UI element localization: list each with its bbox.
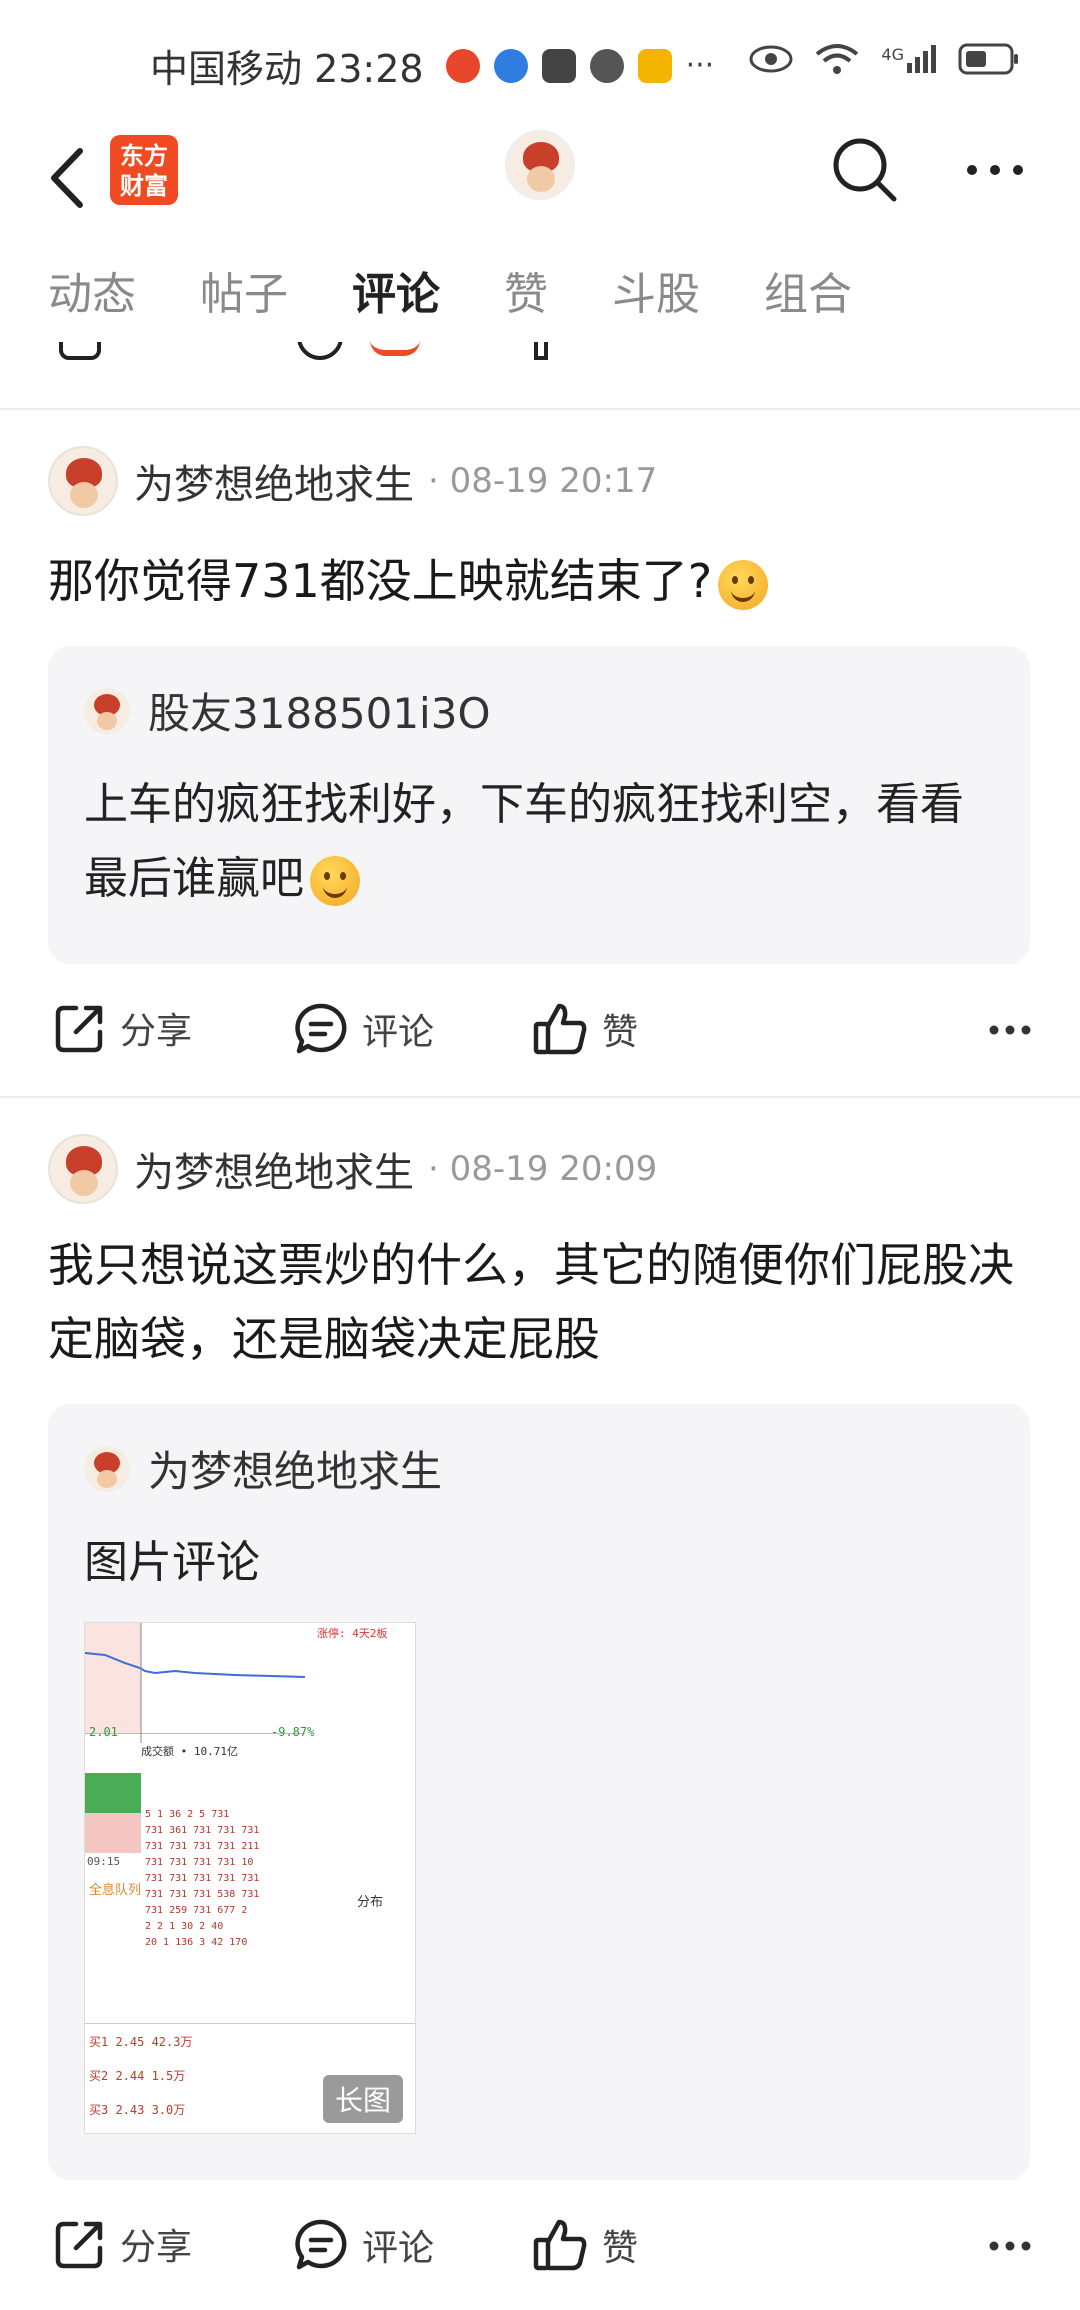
comment-item: 为梦想绝地求生 · 08-19 20:09 我只想说这票炒的什么，其它的随便你们… [0, 1098, 1080, 2310]
search-icon[interactable] [830, 135, 898, 203]
logo-text: 财富 [120, 172, 168, 200]
comment-actions: 分享 评论 赞 [0, 2210, 1080, 2290]
share-icon [59, 342, 101, 360]
image-text: 买2 2.44 1.5万 [89, 2069, 186, 2083]
username[interactable]: 为梦想绝地求生 [134, 452, 414, 510]
image-text: 分布 [357, 1895, 384, 1910]
app-notification-icon [637, 48, 672, 83]
svg-text:731 361 731 731 731: 731 361 731 731 731 [145, 1825, 259, 1836]
app-notification-icon [541, 48, 576, 83]
image-text: 2.01 [89, 1725, 118, 1739]
timestamp: · 08-19 20:09 [428, 1149, 658, 1189]
avatar[interactable] [48, 1134, 118, 1204]
image-text: 09:15 [87, 1855, 121, 1868]
share-label: 分享 [120, 1011, 193, 1052]
eye-icon [749, 45, 793, 73]
quoted-username[interactable]: 股友3188501i3O [148, 680, 491, 741]
like-label: 赞 [602, 2228, 639, 2269]
like-icon [533, 2219, 587, 2271]
share-label: 分享 [120, 2227, 193, 2268]
svg-text:5 1 36 2 5 731: 5 1 36 2 5 731 [145, 1809, 229, 1820]
comment-body: 那你觉得731都没上映就结束了? [48, 554, 713, 608]
profile-avatar[interactable] [505, 130, 575, 200]
smile-emoji-icon [718, 559, 769, 610]
wifi-icon [816, 44, 859, 74]
username[interactable]: 为梦想绝地求生 [134, 1140, 414, 1198]
comment-icon [295, 1003, 347, 1054]
image-text: 全息队列 [89, 1883, 142, 1898]
image-text: 买1 2.45 42.3万 [89, 2035, 193, 2049]
quoted-username[interactable]: 为梦想绝地求生 [148, 1438, 442, 1499]
profile-tabs: 动态 帖子 评论 赞 斗股 组合 [0, 260, 1080, 356]
tab-comments[interactable]: 评论 [352, 260, 440, 356]
network-type: 4G [881, 45, 904, 64]
back-arrow-icon[interactable] [44, 143, 94, 213]
like-label: 赞 [602, 1012, 639, 1053]
app-logo[interactable]: 东方 财富 [110, 135, 178, 205]
message-icon [589, 48, 624, 83]
comment-button[interactable]: 评论 [294, 2218, 434, 2272]
previous-item-actions-clipped [0, 342, 1080, 370]
long-image-badge: 长图 [322, 2075, 403, 2123]
comment-icon [297, 342, 343, 360]
signal-icon: 4G [881, 45, 936, 73]
like-icon [534, 342, 548, 360]
svg-text:731 731 731 731 211: 731 731 731 731 211 [145, 1841, 259, 1852]
tab-dynamics[interactable]: 动态 [48, 260, 136, 340]
avatar-image [507, 132, 573, 198]
tab-stock-battle[interactable]: 斗股 [612, 260, 700, 340]
like-button[interactable]: 赞 [532, 1002, 638, 1056]
app-notification-icon [493, 48, 528, 83]
comment-text: 我只想说这票炒的什么，其它的随便你们屁股决定脑袋，还是脑袋决定屁股 [48, 1238, 1014, 1366]
more-options-icon[interactable] [988, 2240, 1032, 2252]
comment-label: 评论 [362, 2228, 435, 2269]
carrier-time: 中国移动 23:28 [150, 47, 424, 91]
like-icon [533, 1003, 587, 1055]
tab-posts[interactable]: 帖子 [200, 260, 288, 340]
tab-portfolio[interactable]: 组合 [764, 260, 852, 340]
comment-icon [295, 2219, 347, 2270]
svg-text:731 731 731 731 731: 731 731 731 731 731 [145, 1873, 259, 1884]
svg-text:731 259 731 677 2: 731 259 731 677 2 [145, 1905, 247, 1916]
status-bar: 中国移动 23:28 ··· 4G [0, 0, 1080, 125]
comment-button[interactable]: 评论 [294, 1002, 434, 1056]
tab-likes[interactable]: 赞 [504, 260, 548, 340]
comment-label: 评论 [362, 1012, 435, 1053]
svg-text:731 731 731 731 10: 731 731 731 731 10 [145, 1857, 253, 1868]
image-text: -9.87% [271, 1725, 315, 1739]
share-icon [55, 1005, 103, 1053]
share-icon [55, 2221, 103, 2269]
avatar[interactable] [48, 446, 118, 516]
share-button[interactable]: 分享 [54, 1002, 192, 1054]
image-text: 涨停: 4天2板 [317, 1627, 388, 1640]
smile-emoji-icon [310, 856, 360, 906]
image-text: 买3 2.43 3.0万 [89, 2103, 186, 2117]
app-notification-icon [445, 48, 480, 83]
like-button[interactable]: 赞 [532, 2218, 638, 2272]
share-button[interactable]: 分享 [54, 2218, 192, 2270]
more-options-icon[interactable] [965, 163, 1025, 177]
order-grid-icon: 5 1 36 2 5 731 731 361 731 731 731 731 7… [145, 1809, 259, 1948]
more-notifications: ··· [685, 48, 715, 83]
avatar [84, 687, 130, 734]
timestamp: · 08-19 20:17 [428, 461, 658, 501]
battery-icon [958, 43, 1018, 75]
comment-item: 为梦想绝地求生 · 08-19 20:17 那你觉得731都没上映就结束了? 股… [0, 410, 1080, 1098]
comment-actions: 分享 评论 赞 [0, 994, 1080, 1074]
quoted-post[interactable]: 股友3188501i3O 上车的疯狂找利好，下车的疯狂找利空，看看最后谁赢吧 [48, 646, 1030, 964]
svg-text:731 731 731 538 731: 731 731 731 538 731 [145, 1889, 259, 1900]
comment-text: 那你觉得731都没上映就结束了? [48, 544, 1038, 618]
more-options-icon[interactable] [988, 1024, 1032, 1036]
avatar [84, 1445, 130, 1492]
stock-screenshot-image[interactable]: 2.01 -9.87% 涨停: 4天2板 成交额 • 10.71亿 09:15 … [84, 1622, 416, 2134]
image-text: 成交额 • 10.71亿 [141, 1745, 238, 1758]
svg-text:2 2 1 30 2 40: 2 2 1 30 2 40 [145, 1921, 223, 1932]
svg-text:20 1 136 3 42 170: 20 1 136 3 42 170 [145, 1937, 247, 1948]
quoted-text: 图片评论 [84, 1537, 260, 1588]
quoted-body: 上车的疯狂找利好，下车的疯狂找利空，看看最后谁赢吧 [84, 779, 964, 904]
logo-text: 东方 [120, 142, 168, 170]
quoted-text: 上车的疯狂找利好，下车的疯狂找利空，看看最后谁赢吧 [84, 768, 1004, 916]
quoted-post[interactable]: 为梦想绝地求生 图片评论 2.01 -9.87% 涨停: 4天2板 成交额 • … [48, 1404, 1030, 2180]
top-navigation-bar: 东方 财富 [0, 125, 1080, 255]
